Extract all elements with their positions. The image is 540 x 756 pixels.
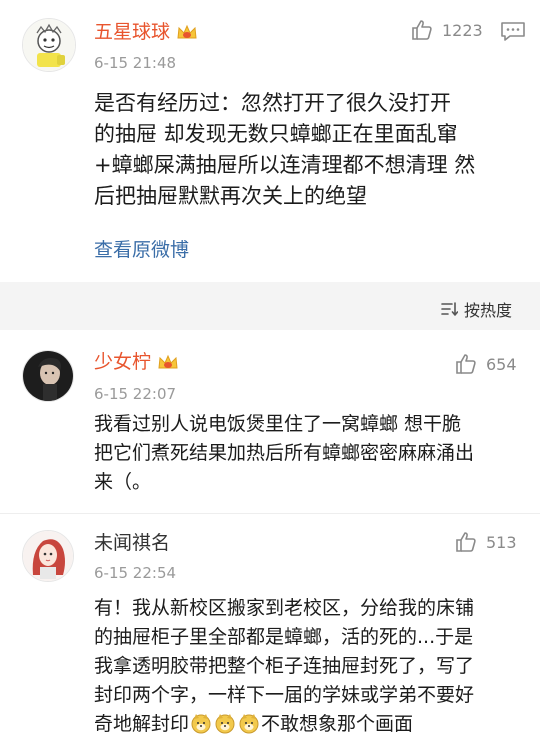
post-text-line: 后把抽屉默默再次关上的绝望 bbox=[94, 184, 367, 208]
comment-item: 未闻祺名 6-15 22:54 513 有！我从新校区搬家到老校区，分给我的床铺… bbox=[0, 514, 540, 756]
sort-by-hot-button[interactable]: 按热度 bbox=[440, 297, 512, 321]
comment-text: 我看过别人说电饭煲里住了一窝蟑螂 想干脆 把它们煮死结果加热后所有蟑螂密密麻麻涌… bbox=[94, 410, 534, 497]
post-like-count: 1223 bbox=[442, 20, 483, 40]
post-time: 6-15 21:48 bbox=[94, 54, 177, 72]
weibo-comments-page: 五星球球 6-15 21:48 1223 是否有经历过：忽然打开了很久没打开 的… bbox=[0, 0, 540, 756]
comment-like-count: 654 bbox=[486, 354, 517, 374]
comment-text-segment: 不敢想象那个画面 bbox=[261, 713, 414, 735]
comment-text-line: 来（。 bbox=[94, 471, 152, 493]
thumbs-up-icon bbox=[456, 532, 476, 552]
comment-text-line: 把它们煮死结果加热后所有蟑螂密密麻麻涌出 bbox=[94, 442, 475, 464]
chat-bubble-more-icon[interactable] bbox=[500, 20, 526, 42]
thumbs-up-icon bbox=[412, 20, 432, 40]
comment-text: 有！我从新校区搬家到老校区，分给我的床铺 的抽屉柜子里全部都是蟑螂，活的死的..… bbox=[94, 594, 534, 739]
post-text-line: +蟑螂屎满抽屉所以连清理都不想清理 然 bbox=[94, 153, 476, 177]
comment-text-line: 的抽屉柜子里全部都是蟑螂，活的死的...于是 bbox=[94, 626, 474, 648]
comment-text-line: 有！我从新校区搬家到老校区，分给我的床铺 bbox=[94, 597, 475, 619]
doge-emoji-icon bbox=[191, 714, 211, 734]
view-original-link[interactable]: 查看原微博 bbox=[94, 238, 189, 262]
comment-time: 6-15 22:54 bbox=[94, 564, 177, 582]
comment-time: 6-15 22:07 bbox=[94, 385, 177, 403]
comment-text-line: 我拿透明胶带把整个柜子连抽屉封死了，写了 bbox=[94, 655, 475, 677]
comment-avatar[interactable] bbox=[22, 350, 74, 402]
post-like-button[interactable]: 1223 bbox=[410, 18, 483, 42]
comment-avatar[interactable] bbox=[22, 530, 74, 582]
original-post: 五星球球 6-15 21:48 1223 是否有经历过：忽然打开了很久没打开 的… bbox=[0, 0, 540, 282]
sort-label: 按热度 bbox=[463, 301, 512, 320]
comment-text-line: 我看过别人说电饭煲里住了一窝蟑螂 想干脆 bbox=[94, 413, 462, 435]
post-text-line: 的抽屉 却发现无数只蟑螂正在里面乱窜 bbox=[94, 122, 458, 146]
post-username[interactable]: 五星球球 bbox=[94, 20, 198, 44]
comment-text-line-last: 奇地解封印 不敢想象那个画面 bbox=[94, 710, 534, 739]
post-text-line: 是否有经历过：忽然打开了很久没打开 bbox=[94, 91, 451, 115]
sort-icon bbox=[441, 302, 458, 316]
post-avatar[interactable] bbox=[22, 18, 76, 72]
thumbs-up-icon bbox=[456, 354, 476, 374]
comment-text-line: 封印两个字，一样下一届的学妹或学弟不要好 bbox=[94, 684, 475, 706]
post-text: 是否有经历过：忽然打开了很久没打开 的抽屉 却发现无数只蟑螂正在里面乱窜 +蟑螂… bbox=[94, 88, 534, 212]
comment-username[interactable]: 未闻祺名 bbox=[94, 531, 170, 555]
comment-username[interactable]: 少女柠 bbox=[94, 350, 179, 374]
crown-icon bbox=[158, 354, 178, 369]
comment-like-button[interactable]: 513 bbox=[454, 530, 517, 554]
comment-like-count: 513 bbox=[486, 532, 517, 552]
crown-icon bbox=[177, 24, 197, 39]
comment-item: 少女柠 6-15 22:07 654 我看过别人说电饭煲里住了一窝蟑螂 想干脆 … bbox=[0, 330, 540, 513]
comment-like-button[interactable]: 654 bbox=[454, 352, 517, 376]
doge-emoji-icon bbox=[239, 714, 259, 734]
comment-text-segment: 奇地解封印 bbox=[94, 713, 190, 735]
doge-emoji-icon bbox=[215, 714, 235, 734]
